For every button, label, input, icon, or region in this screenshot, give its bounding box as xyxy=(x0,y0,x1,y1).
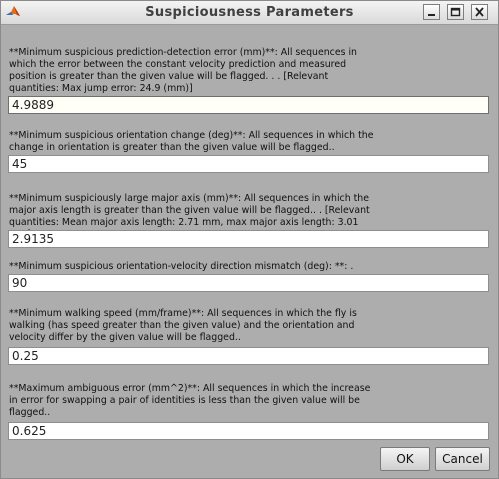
minimize-icon xyxy=(428,14,435,16)
param-label-orientation-velocity: **Minimum suspicious orientation-velocit… xyxy=(9,261,354,272)
dialog-window: Suspiciousness Parameters **Minimum susp… xyxy=(0,0,499,479)
prediction-error-input[interactable] xyxy=(8,96,489,114)
param-label-orientation-change: **Minimum suspicious orientation change … xyxy=(9,130,374,153)
maximize-button[interactable] xyxy=(447,4,464,20)
orientation-change-input[interactable] xyxy=(8,155,489,173)
title-bar[interactable]: Suspiciousness Parameters xyxy=(1,1,498,25)
param-label-prediction-error: **Minimum suspicious prediction-detectio… xyxy=(9,47,358,94)
close-icon xyxy=(475,7,484,17)
walking-speed-input[interactable] xyxy=(8,347,489,365)
param-label-walking-speed: **Minimum walking speed (mm/frame)**: Al… xyxy=(9,308,357,343)
close-button[interactable] xyxy=(471,4,488,20)
cancel-button[interactable]: Cancel xyxy=(435,447,490,471)
orientation-velocity-input[interactable] xyxy=(8,274,489,292)
ok-button[interactable]: OK xyxy=(380,447,430,471)
param-label-ambiguous-error: **Maximum ambiguous error (mm^2)**: All … xyxy=(9,383,371,418)
maximize-icon xyxy=(450,7,461,17)
ambiguous-error-input[interactable] xyxy=(8,422,489,440)
major-axis-input[interactable] xyxy=(8,230,489,248)
minimize-button[interactable] xyxy=(423,4,440,20)
